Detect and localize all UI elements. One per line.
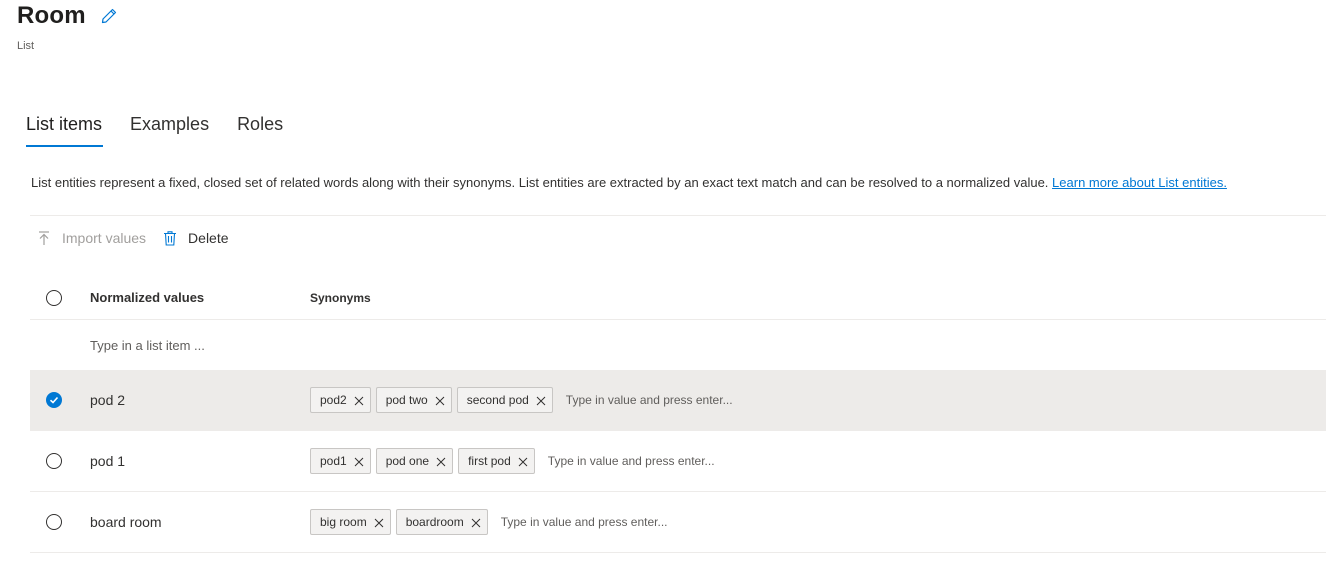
trash-icon bbox=[162, 230, 178, 246]
delete-label: Delete bbox=[188, 230, 229, 246]
synonyms-cell: pod1 pod one first pod bbox=[310, 448, 1326, 474]
toolbar: Import values Delete bbox=[36, 228, 245, 248]
synonym-chip: pod two bbox=[375, 387, 452, 413]
delete-button[interactable]: Delete bbox=[162, 230, 229, 246]
table-row[interactable]: board room big room boardroom bbox=[30, 492, 1326, 553]
learn-more-link[interactable]: Learn more about List entities. bbox=[1052, 175, 1227, 190]
row-select-cell bbox=[30, 514, 90, 530]
synonym-chip-label: boardroom bbox=[405, 515, 464, 529]
list-items-table: Normalized values Synonyms pod 2 pod2 bbox=[30, 276, 1326, 553]
synonym-chip: second pod bbox=[456, 387, 553, 413]
tab-roles[interactable]: Roles bbox=[237, 114, 283, 142]
synonym-chip: pod2 bbox=[310, 387, 371, 413]
row-checkbox-checked[interactable] bbox=[46, 392, 62, 408]
remove-synonym-icon[interactable] bbox=[435, 395, 445, 406]
synonym-input[interactable] bbox=[547, 454, 808, 468]
synonym-chip-label: first pod bbox=[468, 454, 511, 468]
remove-synonym-icon[interactable] bbox=[354, 395, 364, 406]
column-header-synonyms[interactable]: Synonyms bbox=[310, 291, 1326, 305]
synonym-chip-label: pod two bbox=[385, 393, 428, 407]
edit-pencil-icon[interactable] bbox=[100, 7, 118, 25]
synonyms-cell: pod2 pod two second pod bbox=[310, 387, 1326, 413]
column-header-normalized[interactable]: Normalized values bbox=[90, 290, 310, 305]
row-checkbox[interactable] bbox=[46, 514, 62, 530]
remove-synonym-icon[interactable] bbox=[436, 456, 446, 467]
select-all-checkbox[interactable] bbox=[46, 289, 62, 306]
normalized-value[interactable]: pod 1 bbox=[90, 453, 310, 469]
synonyms-cell: big room boardroom bbox=[310, 509, 1326, 535]
divider bbox=[30, 215, 1326, 216]
synonym-chip: pod1 bbox=[310, 448, 371, 474]
new-item-cell bbox=[90, 337, 310, 353]
synonym-chip-label: pod2 bbox=[320, 393, 347, 407]
synonym-chip: big room bbox=[310, 509, 391, 535]
description-text: List entities represent a fixed, closed … bbox=[31, 175, 1053, 190]
synonym-chip: pod one bbox=[375, 448, 454, 474]
page-title: Room bbox=[17, 2, 86, 29]
title-row: Room bbox=[17, 0, 118, 32]
row-checkbox[interactable] bbox=[46, 453, 62, 469]
new-list-item-input[interactable] bbox=[90, 338, 290, 353]
remove-synonym-icon[interactable] bbox=[471, 517, 481, 528]
remove-synonym-icon[interactable] bbox=[518, 456, 528, 467]
tab-list-items[interactable]: List items bbox=[26, 114, 104, 147]
row-select-cell bbox=[30, 392, 90, 408]
normalized-value[interactable]: board room bbox=[90, 514, 310, 530]
table-row[interactable]: pod 1 pod1 pod one first pod bbox=[30, 431, 1326, 492]
row-select-cell bbox=[30, 453, 90, 469]
remove-synonym-icon[interactable] bbox=[536, 395, 546, 406]
table-row[interactable]: pod 2 pod2 pod two second pod bbox=[30, 370, 1326, 431]
tab-bar: List items Examples Roles bbox=[26, 114, 311, 147]
tab-examples[interactable]: Examples bbox=[130, 114, 209, 142]
synonym-chip: boardroom bbox=[395, 509, 488, 535]
description: List entities represent a fixed, closed … bbox=[31, 175, 1227, 190]
upload-arrow-icon bbox=[36, 230, 52, 246]
page-header: Room List bbox=[17, 0, 118, 52]
synonym-chip-label: pod one bbox=[385, 454, 430, 468]
synonym-chip-label: second pod bbox=[466, 393, 529, 407]
import-values-label: Import values bbox=[62, 230, 147, 246]
new-item-row bbox=[30, 320, 1326, 370]
import-values-button[interactable]: Import values bbox=[36, 230, 146, 246]
checkmark-icon bbox=[49, 396, 59, 404]
synonym-chip-label: pod1 bbox=[320, 454, 347, 468]
select-all-cell bbox=[30, 289, 90, 306]
entity-type-label: List bbox=[17, 40, 35, 52]
synonym-chip: first pod bbox=[458, 448, 535, 474]
synonym-chip-label: big room bbox=[320, 515, 367, 529]
remove-synonym-icon[interactable] bbox=[374, 517, 384, 528]
synonym-input[interactable] bbox=[565, 393, 826, 407]
synonym-input[interactable] bbox=[500, 515, 761, 529]
table-header-row: Normalized values Synonyms bbox=[30, 276, 1326, 320]
remove-synonym-icon[interactable] bbox=[354, 456, 364, 467]
normalized-value[interactable]: pod 2 bbox=[90, 392, 310, 408]
